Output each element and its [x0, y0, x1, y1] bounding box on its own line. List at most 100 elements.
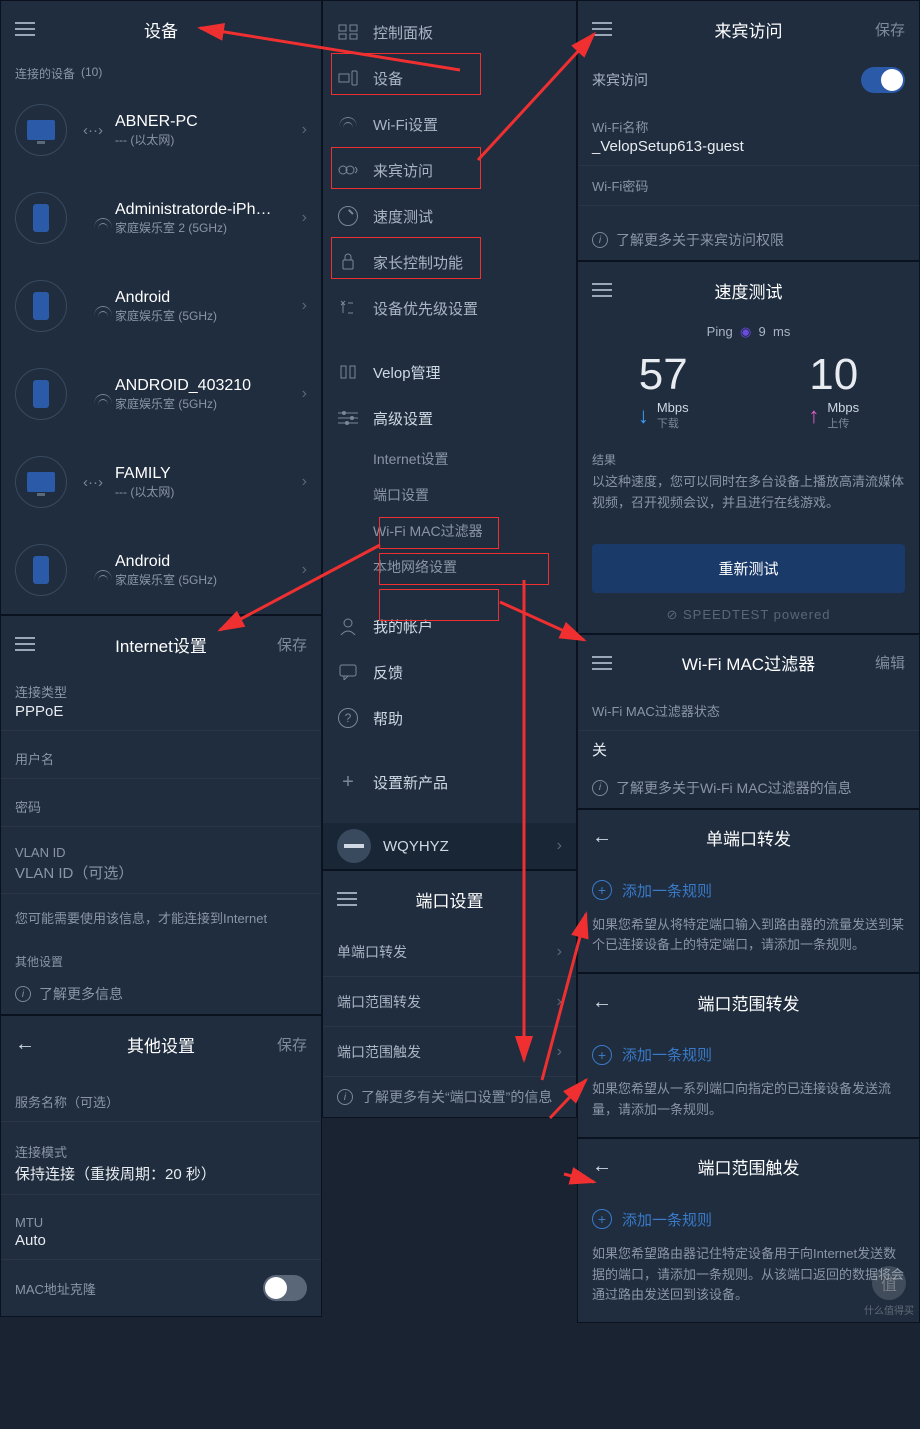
mac-clone-toggle[interactable] — [263, 1275, 307, 1301]
save-button[interactable]: 保存 — [277, 1034, 307, 1055]
device-sub: 家庭娱乐室 (5GHz) — [115, 395, 302, 412]
menu-icon — [337, 67, 359, 89]
menu-item[interactable]: 速度测试 — [323, 193, 576, 239]
guest-title: 来宾访问 — [578, 17, 919, 42]
device-row[interactable]: ‹··› FAMILY--- (以太网) › — [1, 438, 321, 526]
other-settings-panel: ← 其他设置 保存 服务名称（可选） 连接模式保持连接（重拨周期：20 秒） M… — [0, 1015, 322, 1317]
plus-icon: + — [592, 1209, 612, 1229]
save-button[interactable]: 保存 — [277, 634, 307, 655]
fwd-title: 端口范围触发 — [578, 1154, 919, 1179]
account-item[interactable]: 我的帐户 — [323, 603, 576, 649]
conn-mode-value[interactable]: 保持连接（重拨周期：20 秒） — [15, 1163, 307, 1184]
add-product-item[interactable]: +设置新产品 — [323, 759, 576, 805]
submenu-item[interactable]: 本地网络设置 — [359, 549, 576, 585]
wifi-pass-label[interactable]: Wi-Fi密码 — [592, 176, 905, 195]
chevron-right-icon: › — [302, 209, 307, 227]
device-name: ANDROID_403210 — [115, 377, 302, 395]
srv-name-label[interactable]: 服务名称（可选） — [15, 1092, 307, 1111]
other-section-label: 其他设置 — [1, 941, 321, 974]
back-icon[interactable]: ← — [15, 1033, 35, 1056]
port-row[interactable]: 端口范围触发› — [323, 1027, 576, 1077]
submenu-item[interactable]: Internet设置 — [359, 441, 576, 477]
add-rule-button[interactable]: +添加一条规则 — [578, 866, 919, 915]
menu-item[interactable]: Wi-Fi设置 — [323, 101, 576, 147]
velop-item[interactable]: Velop管理 — [323, 349, 576, 395]
menu-item[interactable]: 控制面板 — [323, 9, 576, 55]
device-icon — [15, 544, 67, 596]
device-icon — [15, 192, 67, 244]
guest-panel: 来宾访问 保存 来宾访问 Wi-Fi名称 _VelopSetup613-guest… — [577, 0, 920, 261]
device-icon — [15, 280, 67, 332]
internet-hint: 您可能需要使用该信息，才能连接到Internet — [1, 894, 321, 941]
result-label: 结果 — [578, 439, 919, 472]
device-name: Android — [115, 553, 302, 571]
internet-title: Internet设置 — [1, 632, 321, 657]
hamburger-icon[interactable] — [337, 892, 357, 906]
menu-icon — [337, 21, 359, 43]
info-icon: i — [592, 232, 608, 248]
device-row[interactable]: Android家庭娱乐室 (5GHz) › — [1, 526, 321, 614]
other-title: 其他设置 — [1, 1032, 321, 1057]
chevron-right-icon: › — [557, 943, 562, 961]
device-row[interactable]: ANDROID_403210家庭娱乐室 (5GHz) › — [1, 350, 321, 438]
fwd-desc: 如果您希望从一系列端口向指定的已连接设备发送流量，请添加一条规则。 — [578, 1079, 919, 1137]
advanced-item[interactable]: 高级设置 — [323, 395, 576, 441]
hamburger-icon[interactable] — [592, 22, 612, 36]
hamburger-icon[interactable] — [15, 22, 35, 36]
conn-type-value[interactable]: PPPoE — [15, 703, 307, 720]
mac-info[interactable]: i了解更多关于Wi-Fi MAC过滤器的信息 — [578, 768, 919, 808]
mac-title: Wi-Fi MAC过滤器 — [578, 650, 919, 675]
hamburger-icon[interactable] — [15, 637, 35, 651]
back-icon[interactable]: ← — [592, 826, 612, 849]
menu-item[interactable]: 设备 — [323, 55, 576, 101]
add-rule-button[interactable]: +添加一条规则 — [578, 1195, 919, 1244]
mtu-value[interactable]: Auto — [15, 1232, 307, 1249]
hamburger-icon[interactable] — [592, 283, 612, 297]
back-icon[interactable]: ← — [592, 1155, 612, 1178]
menu-item[interactable]: 家长控制功能 — [323, 239, 576, 285]
watermark: 值什么值得买 — [864, 1266, 914, 1317]
submenu-item[interactable]: 端口设置 — [359, 477, 576, 513]
port-info[interactable]: i了解更多有关“端口设置”的信息 — [323, 1077, 576, 1117]
device-row[interactable]: Administratorde-iPh…家庭娱乐室 2 (5GHz) › — [1, 174, 321, 262]
port-row[interactable]: 端口范围转发› — [323, 977, 576, 1027]
fwd-desc: 如果您希望从将特定端口输入到路由器的流量发送到某个已连接设备上的特定端口，请添加… — [578, 915, 919, 973]
menu-icon — [337, 113, 359, 135]
guest-info[interactable]: i了解更多关于来宾访问权限 — [578, 220, 919, 260]
profile-item[interactable]: WQYHYZ› — [323, 823, 576, 869]
device-row[interactable]: ‹··› ABNER-PC--- (以太网) › — [1, 86, 321, 174]
hamburger-icon[interactable] — [592, 656, 612, 670]
chevron-right-icon: › — [302, 385, 307, 403]
menu-icon — [337, 251, 359, 273]
retest-button[interactable]: 重新测试 — [592, 544, 905, 593]
menu-item[interactable]: 来宾访问 — [323, 147, 576, 193]
wifi-name-value[interactable]: _VelopSetup613-guest — [592, 138, 905, 155]
device-icon — [15, 368, 67, 420]
signal-icon: ‹··› — [81, 122, 105, 139]
save-button[interactable]: 保存 — [875, 19, 905, 40]
plus-icon: + — [337, 771, 359, 793]
feedback-item[interactable]: 反馈 — [323, 649, 576, 695]
vlan-opt[interactable]: VLAN ID（可选） — [15, 862, 307, 883]
back-icon[interactable]: ← — [592, 991, 612, 1014]
device-row[interactable]: Android家庭娱乐室 (5GHz) › — [1, 262, 321, 350]
fwd-title: 端口范围转发 — [578, 990, 919, 1015]
chevron-right-icon: › — [557, 993, 562, 1011]
more-info[interactable]: i了解更多信息 — [1, 974, 321, 1014]
submenu-item[interactable]: Wi-Fi MAC过滤器 — [359, 513, 576, 549]
port-row[interactable]: 单端口转发› — [323, 927, 576, 977]
help-item[interactable]: ?帮助 — [323, 695, 576, 741]
menu-icon — [337, 159, 359, 181]
devices-title: 设备 — [1, 17, 321, 42]
fwd-title: 单端口转发 — [578, 825, 919, 850]
menu-item[interactable]: 设备优先级设置 — [323, 285, 576, 331]
wifi-name-label: Wi-Fi名称 — [592, 117, 905, 136]
device-icon — [15, 456, 67, 508]
avatar — [337, 829, 371, 863]
guest-toggle[interactable] — [861, 67, 905, 93]
username-label: 用户名 — [15, 749, 307, 768]
guest-switch-label: 来宾访问 — [592, 70, 648, 90]
velop-icon — [337, 361, 359, 383]
edit-button[interactable]: 编辑 — [875, 652, 905, 673]
add-rule-button[interactable]: +添加一条规则 — [578, 1030, 919, 1079]
